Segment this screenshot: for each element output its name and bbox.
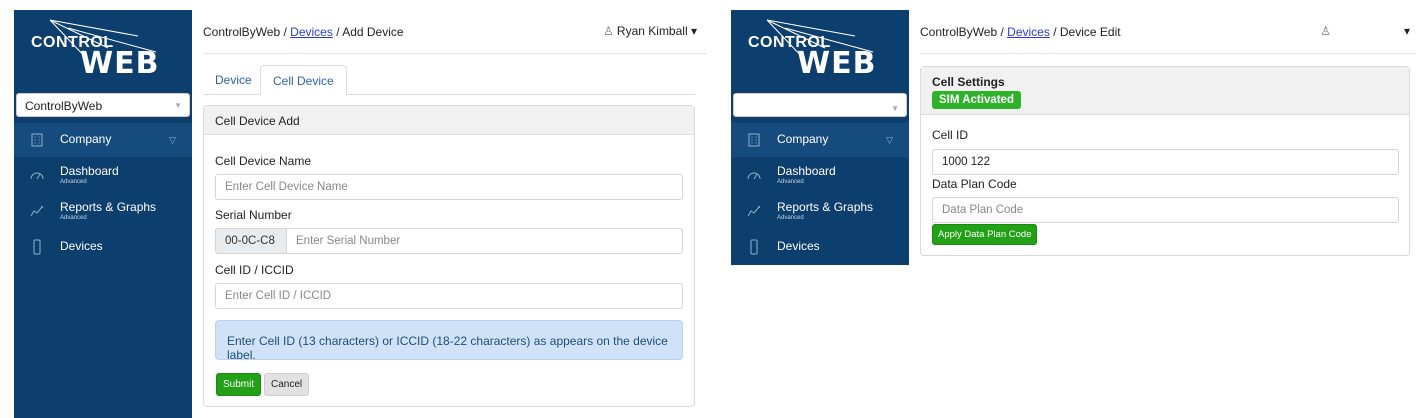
sidebar-nav: Company ▽ Dashboard Advanced Reports & Gr… [731, 123, 909, 265]
controlbyweb-logo[interactable]: CONTROL WEB [731, 10, 909, 90]
sidebar: CONTROL WEB ▼ Company ▽ Dashboard Advance… [731, 10, 909, 265]
gauge-icon [30, 167, 44, 183]
breadcrumb-separator: / [997, 24, 1008, 39]
building-icon [747, 132, 761, 148]
device-tabs: Device Cell Device [203, 65, 695, 96]
chart-line-icon [747, 203, 761, 219]
breadcrumb-root: ControlByWeb [920, 24, 998, 39]
submit-button[interactable]: Submit [216, 373, 262, 396]
sidebar-item-sub: Advanced [60, 178, 87, 185]
chevron-down-icon: ▽ [886, 135, 893, 145]
page-header: ControlByWeb / Devices / Add Device ♙ Rya… [203, 10, 707, 54]
sidebar-item-label: Reports & Graphs [777, 199, 874, 214]
card-title: Cell Device Add [204, 106, 694, 135]
sidebar-item-reports[interactable]: Reports & Graphs Advanced [14, 193, 192, 229]
sidebar-item-label: Dashboard [60, 163, 119, 178]
user-name: Ryan Kimball [616, 24, 688, 38]
tab-cell-device[interactable]: Cell Device [260, 65, 347, 96]
breadcrumb: ControlByWeb / Devices / Device Edit [920, 25, 1121, 39]
sidebar-item-devices[interactable]: Devices [731, 229, 909, 265]
main-content: ControlByWeb / Devices / Device Edit ♙ ▾ … [920, 10, 1416, 256]
data-plan-code-input[interactable]: Data Plan Code [932, 197, 1399, 223]
breadcrumb-separator: / [1049, 24, 1060, 39]
apply-data-plan-button[interactable]: Apply Data Plan Code [932, 224, 1038, 245]
sidebar: CONTROL WEB ControlByWeb ▼ Company ▽ Das… [14, 10, 192, 418]
logo-text-bottom: WEB [797, 46, 877, 81]
cell-device-name-input[interactable]: Enter Cell Device Name [215, 174, 683, 200]
company-select[interactable]: ControlByWeb ▼ [16, 93, 190, 117]
sidebar-item-label: Devices [777, 239, 820, 254]
user-menu[interactable]: ♙ Ryan Kimball ▾ [603, 24, 697, 38]
user-icon: ♙ [1320, 24, 1331, 38]
cell-device-add-card: Cell Device Add Cell Device Name Enter C… [203, 105, 695, 407]
serial-number-label: Serial Number [215, 208, 292, 222]
caret-down-icon: ▾ [1403, 24, 1410, 38]
page-header: ControlByWeb / Devices / Device Edit ♙ ▾ [920, 10, 1416, 54]
controlbyweb-logo[interactable]: CONTROL WEB [14, 10, 192, 90]
caret-down-icon: ▾ [690, 24, 697, 38]
user-icon: ♙ [603, 24, 614, 38]
sim-status-badge: SIM Activated [932, 91, 1021, 109]
sidebar-item-sub: Advanced [777, 214, 804, 221]
breadcrumb-current: Device Edit [1059, 24, 1121, 39]
cell-id-input[interactable]: Enter Cell ID / ICCID [215, 283, 683, 309]
sidebar-item-company[interactable]: Company ▽ [14, 123, 192, 157]
sidebar-item-label: Company [777, 132, 829, 147]
sidebar-item-label: Reports & Graphs [60, 199, 157, 214]
serial-number-input[interactable]: Enter Serial Number [286, 228, 683, 254]
chevron-down-icon: ▽ [169, 135, 176, 145]
logo-text-bottom: WEB [80, 46, 160, 81]
company-select[interactable]: ▼ [733, 93, 907, 117]
cell-id-info-alert: Enter Cell ID (13 characters) or ICCID (… [215, 320, 683, 362]
building-icon [30, 132, 44, 148]
serial-prefix: 00-0C-C8 [215, 228, 287, 254]
sidebar-item-label: Company [60, 132, 112, 147]
sidebar-item-dashboard[interactable]: Dashboard Advanced [14, 157, 192, 193]
breadcrumb-devices-link[interactable]: Devices [290, 25, 333, 39]
sidebar-item-label: Devices [60, 239, 103, 254]
breadcrumb-separator: / [332, 24, 343, 39]
tab-device[interactable]: Device [203, 65, 264, 95]
cell-id-label: Cell ID [932, 128, 969, 142]
cell-device-name-label: Cell Device Name [215, 154, 312, 168]
cell-id-label: Cell ID / ICCID [215, 263, 294, 277]
device-icon [747, 239, 761, 255]
device-icon [30, 239, 44, 255]
breadcrumb-current: Add Device [342, 24, 404, 39]
chevron-down-icon: ▼ [174, 101, 182, 110]
add-device-screen: CONTROL WEB ControlByWeb ▼ Company ▽ Das… [14, 0, 707, 418]
breadcrumb-separator: / [280, 24, 291, 39]
sidebar-item-devices[interactable]: Devices [14, 229, 192, 265]
card-title: Cell Settings [932, 75, 1005, 89]
breadcrumb: ControlByWeb / Devices / Add Device [203, 25, 404, 39]
cancel-button[interactable]: Cancel [264, 373, 310, 396]
sidebar-item-sub: Advanced [60, 214, 87, 221]
sidebar-item-company[interactable]: Company ▽ [731, 123, 909, 157]
cell-id-value: 1000 122 [932, 149, 1399, 175]
sidebar-item-sub: Advanced [777, 178, 804, 185]
sidebar-nav: Company ▽ Dashboard Advanced Reports & Gr… [14, 123, 192, 265]
company-select-value: ControlByWeb [25, 99, 103, 113]
gauge-icon [747, 167, 761, 183]
breadcrumb-root: ControlByWeb [203, 24, 281, 39]
sidebar-item-label: Dashboard [777, 163, 836, 178]
sidebar-item-reports[interactable]: Reports & Graphs Advanced [731, 193, 909, 229]
breadcrumb-devices-link[interactable]: Devices [1007, 25, 1050, 39]
device-edit-screen: CONTROL WEB ▼ Company ▽ Dashboard Advance… [731, 0, 1416, 418]
chevron-down-icon: ▼ [891, 104, 899, 113]
main-content: ControlByWeb / Devices / Add Device ♙ Rya… [203, 10, 707, 407]
sidebar-item-dashboard[interactable]: Dashboard Advanced [731, 157, 909, 193]
chart-line-icon [30, 203, 44, 219]
cell-settings-card: Cell Settings SIM Activated Cell ID 1000… [920, 66, 1410, 256]
data-plan-code-label: Data Plan Code [932, 177, 1017, 191]
user-menu[interactable]: ♙ ▾ [1320, 24, 1410, 38]
